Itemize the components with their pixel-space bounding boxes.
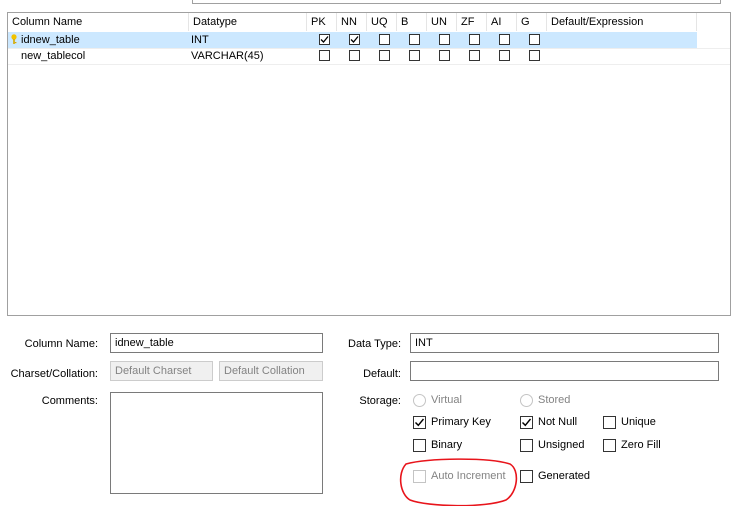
flag-b-checkbox[interactable]: [409, 50, 420, 61]
charset-value: Default Charset: [115, 365, 192, 377]
flag-g-checkbox[interactable]: [529, 34, 540, 45]
flag-b-checkbox[interactable]: [409, 34, 420, 45]
header-pk[interactable]: PK: [307, 13, 337, 31]
checkbox-box: [520, 470, 533, 483]
row-divider: [8, 64, 730, 65]
header-nn[interactable]: NN: [337, 13, 367, 31]
header-datatype[interactable]: Datatype: [189, 13, 307, 31]
red-circle-annotation: [399, 458, 518, 506]
virtual-label: Virtual: [431, 394, 462, 406]
generated-checkbox[interactable]: Generated: [520, 468, 600, 484]
header-uq[interactable]: UQ: [367, 13, 397, 31]
flag-zf-checkbox[interactable]: [469, 50, 480, 61]
checkbox-box: [520, 416, 533, 429]
radio-circle-icon: [413, 394, 426, 407]
datatype-cell[interactable]: VARCHAR(45): [189, 48, 307, 64]
unsigned-checkbox[interactable]: Unsigned: [520, 437, 600, 453]
flags-cell-group: [307, 32, 547, 48]
column-name-cell[interactable]: new_tablecol: [8, 48, 189, 64]
flag-un-checkbox[interactable]: [439, 50, 450, 61]
collation-select[interactable]: Default Collation: [219, 361, 323, 381]
flag-ai-checkbox[interactable]: [499, 50, 510, 61]
header-default-expression[interactable]: Default/Expression: [547, 13, 697, 31]
header-g[interactable]: G: [517, 13, 547, 31]
flag-un-checkbox[interactable]: [439, 34, 450, 45]
table-row[interactable]: idnew_table INT: [8, 32, 730, 48]
storage-stored-radio[interactable]: Stored: [520, 392, 600, 408]
primary-key-label: Primary Key: [431, 416, 491, 428]
unique-checkbox[interactable]: Unique: [603, 414, 683, 430]
default-label: Default:: [363, 368, 401, 380]
generated-label: Generated: [538, 470, 590, 482]
flag-zf-checkbox[interactable]: [469, 34, 480, 45]
flag-pk-checkbox[interactable]: [319, 34, 330, 45]
binary-label: Binary: [431, 439, 463, 451]
not-null-checkbox[interactable]: Not Null: [520, 414, 600, 430]
column-name-label: Column Name:: [24, 338, 98, 350]
unique-label: Unique: [621, 416, 656, 428]
comments-label: Comments:: [41, 395, 98, 407]
previous-panel-edge: [192, 0, 721, 4]
checkbox-box: [520, 439, 533, 452]
unsigned-label: Unsigned: [538, 439, 585, 451]
flags-cell-group: [307, 48, 547, 64]
data-type-label: Data Type:: [348, 338, 401, 350]
flag-uq-checkbox[interactable]: [379, 50, 390, 61]
charset-collation-label: Charset/Collation:: [10, 368, 98, 380]
flag-uq-checkbox[interactable]: [379, 34, 390, 45]
default-input[interactable]: [410, 361, 719, 381]
stored-label: Stored: [538, 394, 571, 406]
table-row[interactable]: new_tablecol VARCHAR(45): [8, 48, 730, 64]
column-name-text: idnew_table: [21, 34, 80, 46]
radio-circle-icon: [520, 394, 533, 407]
primary-key-checkbox[interactable]: Primary Key: [413, 414, 513, 430]
columns-grid[interactable]: Column Name Datatype PK NN UQ B UN ZF AI…: [7, 12, 731, 316]
storage-virtual-radio[interactable]: Virtual: [413, 392, 493, 408]
key-icon: [11, 34, 17, 45]
flag-nn-checkbox[interactable]: [349, 34, 360, 45]
collation-value: Default Collation: [224, 365, 305, 377]
column-name-input[interactable]: idnew_table: [110, 333, 323, 353]
charset-select[interactable]: Default Charset: [110, 361, 213, 381]
column-name-text: new_tablecol: [21, 50, 86, 62]
comments-textarea[interactable]: [110, 392, 323, 494]
zero-fill-checkbox[interactable]: Zero Fill: [603, 437, 683, 453]
header-un[interactable]: UN: [427, 13, 457, 31]
default-expression-cell[interactable]: [547, 32, 697, 48]
flag-pk-checkbox[interactable]: [319, 50, 330, 61]
checkbox-box: [413, 416, 426, 429]
checkbox-box: [603, 416, 616, 429]
storage-label: Storage:: [359, 395, 401, 407]
header-column-name[interactable]: Column Name: [8, 13, 189, 31]
header-zf[interactable]: ZF: [457, 13, 487, 31]
flag-nn-checkbox[interactable]: [349, 50, 360, 61]
grid-header: Column Name Datatype PK NN UQ B UN ZF AI…: [8, 13, 730, 31]
checkbox-box: [413, 439, 426, 452]
checkbox-box: [603, 439, 616, 452]
zero-fill-label: Zero Fill: [621, 439, 661, 451]
column-name-cell[interactable]: idnew_table: [8, 32, 189, 48]
datatype-cell[interactable]: INT: [189, 32, 307, 48]
data-type-input[interactable]: INT: [410, 333, 719, 353]
not-null-label: Not Null: [538, 416, 578, 428]
header-ai[interactable]: AI: [487, 13, 517, 31]
default-expression-cell[interactable]: [547, 48, 697, 64]
flag-g-checkbox[interactable]: [529, 50, 540, 61]
binary-checkbox[interactable]: Binary: [413, 437, 513, 453]
header-b[interactable]: B: [397, 13, 427, 31]
flag-ai-checkbox[interactable]: [499, 34, 510, 45]
